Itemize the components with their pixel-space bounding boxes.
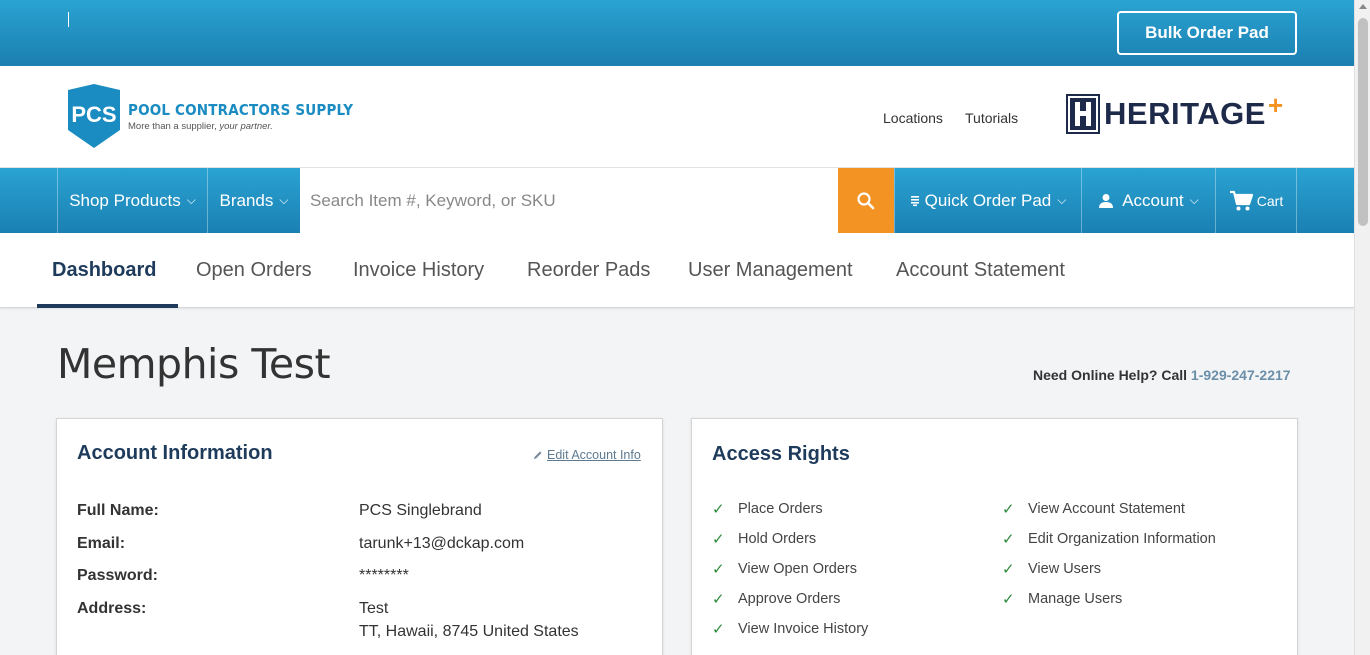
checkmark-icon: ✓	[712, 621, 725, 638]
access-right-label: View Open Orders	[738, 561, 858, 577]
tab-reorder-pads[interactable]: Reorder Pads	[527, 233, 650, 308]
tab-dashboard[interactable]: Dashboard	[52, 233, 156, 308]
access-right-item: ✓ View Account Statement	[1002, 500, 1185, 518]
pcs-abbr: PCS	[71, 102, 116, 127]
account-information-title: Account Information	[77, 442, 273, 464]
checkmark-icon: ✓	[712, 591, 725, 608]
address-line1: Test	[359, 600, 389, 617]
scroll-up-arrow-icon[interactable]	[1359, 4, 1367, 9]
shop-products-label: Shop Products	[69, 190, 181, 210]
quick-order-pad-label: Quick Order Pad	[924, 190, 1052, 210]
access-right-label: Edit Organization Information	[1028, 531, 1216, 547]
chevron-down-icon: ⌵	[1189, 193, 1199, 207]
full-name-label: Full Name:	[77, 502, 159, 519]
help-label: Need Online Help? Call	[1033, 367, 1191, 383]
access-right-item: ✓ View Invoice History	[712, 620, 868, 638]
access-right-item: ✓ Approve Orders	[712, 590, 840, 608]
chevron-down-icon: ⌵	[1057, 193, 1067, 207]
pcs-shield-icon: PCS	[68, 84, 120, 148]
account-menu[interactable]: Account ⌵	[1081, 168, 1215, 233]
search-icon	[857, 191, 875, 209]
main-nav: Shop Products ⌵ Brands ⌵ Quick Order Pad…	[0, 168, 1354, 233]
edit-account-info-link[interactable]: Edit Account Info	[533, 448, 641, 462]
address-label: Address:	[77, 600, 147, 617]
access-right-item: ✓ Place Orders	[712, 500, 823, 518]
access-rights-card: Access Rights ✓ Place Orders ✓ Hold Orders…	[691, 418, 1298, 655]
help-phone-link[interactable]: 1-929-247-2217	[1191, 367, 1291, 383]
access-rights-title: Access Rights	[712, 443, 850, 465]
access-right-label: Approve Orders	[738, 591, 841, 607]
pcs-logo[interactable]: PCS POOL CONTRACTORS SUPPLY More than a …	[66, 84, 378, 148]
checkmark-icon: ✓	[712, 561, 725, 578]
cart-button[interactable]: Cart	[1215, 168, 1297, 233]
company-tagline: More than a supplier, your partner.	[128, 121, 378, 132]
heritage-wordmark: HERITAGE	[1104, 96, 1266, 131]
user-icon	[1099, 193, 1114, 208]
search-button[interactable]	[838, 168, 894, 233]
page-title: Memphis Test	[57, 340, 331, 388]
checkmark-icon: ✓	[712, 531, 725, 548]
header: PCS POOL CONTRACTORS SUPPLY More than a …	[0, 66, 1354, 168]
text-cursor	[68, 12, 69, 27]
list-icon	[910, 195, 919, 206]
top-bar: Bulk Order Pad	[0, 0, 1354, 66]
tagline-text: More than a supplier,	[128, 120, 220, 132]
access-right-label: View Account Statement	[1028, 501, 1185, 517]
tutorials-link[interactable]: Tutorials	[965, 110, 1018, 126]
company-name: POOL CONTRACTORS SUPPLY	[128, 100, 354, 119]
access-right-item: ✓ Hold Orders	[712, 530, 816, 548]
checkmark-icon: ✓	[1002, 591, 1015, 608]
chevron-down-icon: ⌵	[186, 193, 196, 207]
scrollbar-thumb[interactable]	[1358, 18, 1368, 226]
pencil-icon	[534, 451, 542, 459]
email-label: Email:	[77, 535, 126, 552]
access-right-label: Manage Users	[1028, 591, 1123, 607]
tagline-italic: your partner.	[219, 120, 273, 132]
page-scrollbar[interactable]	[1354, 0, 1370, 655]
access-right-item: ✓ View Open Orders	[712, 560, 857, 578]
access-right-item: ✓ Edit Organization Information	[1002, 530, 1216, 548]
search-input[interactable]	[300, 168, 838, 233]
tab-account-statement[interactable]: Account Statement	[896, 233, 1065, 308]
checkmark-icon: ✓	[1002, 561, 1015, 578]
chevron-down-icon: ⌵	[279, 193, 289, 207]
access-right-label: View Invoice History	[738, 621, 869, 637]
account-information-card: Account Information Edit Account Info Fu…	[56, 418, 663, 655]
quick-order-pad-menu[interactable]: Quick Order Pad ⌵	[894, 168, 1081, 233]
tab-invoice-history[interactable]: Invoice History	[353, 233, 484, 308]
shop-products-menu[interactable]: Shop Products ⌵	[57, 168, 207, 233]
password-label: Password:	[77, 567, 158, 584]
help-text: Need Online Help? Call 1-929-247-2217	[1033, 367, 1291, 383]
account-tabs: Dashboard Open Orders Invoice History Re…	[0, 233, 1354, 308]
cart-icon	[1229, 190, 1253, 210]
checkmark-icon: ✓	[1002, 501, 1015, 518]
access-right-label: Hold Orders	[738, 531, 817, 547]
access-right-item: ✓ Manage Users	[1002, 590, 1122, 608]
brands-label: Brands	[219, 190, 274, 210]
email-value: tarunk+13@dckap.com	[359, 535, 525, 552]
password-value: ********	[359, 567, 409, 584]
heritage-plus-icon: +	[1268, 90, 1284, 120]
checkmark-icon: ✓	[712, 501, 725, 518]
checkmark-icon: ✓	[1002, 531, 1015, 548]
bulk-order-pad-button[interactable]: Bulk Order Pad	[1117, 11, 1297, 55]
address-line2: TT, Hawaii, 8745 United States	[359, 623, 579, 640]
heritage-logo[interactable]: HERITAGE +	[1066, 90, 1283, 134]
cart-label: Cart	[1256, 192, 1284, 209]
tab-user-management[interactable]: User Management	[688, 233, 853, 308]
account-label: Account	[1122, 190, 1184, 210]
heritage-h-icon	[1066, 94, 1100, 134]
access-right-label: View Users	[1028, 561, 1102, 577]
access-right-label: Place Orders	[738, 501, 823, 517]
tab-open-orders[interactable]: Open Orders	[196, 233, 312, 308]
edit-account-info-label: Edit Account Info	[547, 448, 641, 462]
brands-menu[interactable]: Brands ⌵	[207, 168, 300, 233]
full-name-value: PCS Singlebrand	[359, 502, 482, 519]
active-tab-indicator	[37, 304, 178, 308]
access-right-item: ✓ View Users	[1002, 560, 1101, 578]
locations-link[interactable]: Locations	[883, 110, 943, 126]
